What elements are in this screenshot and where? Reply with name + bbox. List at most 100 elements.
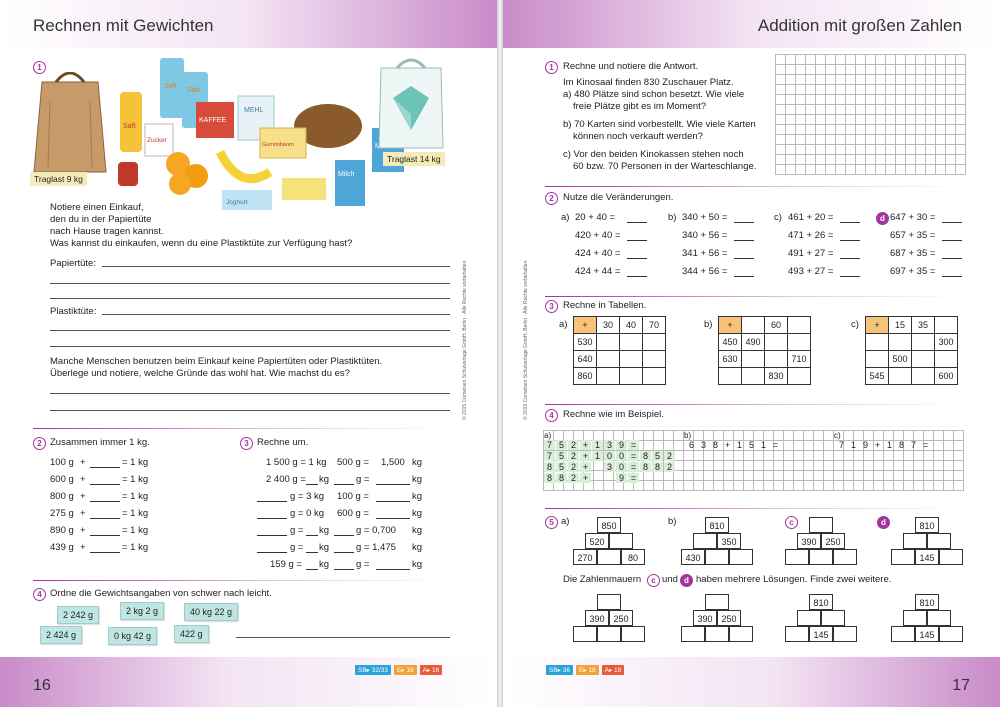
pyramid-brick[interactable] xyxy=(705,549,729,565)
pyramid-brick[interactable] xyxy=(729,626,753,642)
answer-blank[interactable] xyxy=(90,518,120,519)
weight-card[interactable]: 40 kg 22 g xyxy=(184,603,239,621)
table-cell[interactable] xyxy=(787,367,811,385)
writing-line[interactable] xyxy=(102,314,450,315)
writing-line[interactable] xyxy=(50,283,450,284)
table-cell[interactable] xyxy=(741,350,765,368)
answer-blank[interactable] xyxy=(734,276,754,277)
answer-blank[interactable] xyxy=(942,258,962,259)
pyramid-brick[interactable] xyxy=(785,549,809,565)
answer-blank[interactable] xyxy=(90,484,120,485)
answer-blank[interactable] xyxy=(840,258,860,259)
answer-blank[interactable] xyxy=(334,552,354,553)
answer-blank[interactable] xyxy=(376,518,410,519)
answer-blank[interactable] xyxy=(334,569,354,570)
answer-blank[interactable] xyxy=(627,258,647,259)
answer-blank[interactable] xyxy=(334,484,354,485)
writing-line[interactable] xyxy=(50,346,450,347)
weight-card[interactable]: 422 g xyxy=(174,625,209,643)
answer-blank[interactable] xyxy=(376,501,410,502)
pyramid-brick[interactable] xyxy=(821,610,845,626)
weight-card[interactable]: 2 242 g xyxy=(57,606,100,624)
answer-blank[interactable] xyxy=(734,240,754,241)
pyramid-brick[interactable] xyxy=(927,610,951,626)
pyramid-brick[interactable] xyxy=(797,610,821,626)
weight-card[interactable]: 2 kg 2 g xyxy=(120,602,165,620)
pyramid-brick[interactable] xyxy=(597,626,621,642)
pyramid-brick[interactable] xyxy=(891,626,915,642)
answer-grid[interactable] xyxy=(775,54,966,175)
pyramid-brick[interactable] xyxy=(693,533,717,549)
answer-blank[interactable] xyxy=(90,501,120,502)
table-cell[interactable] xyxy=(911,333,935,351)
table-cell[interactable] xyxy=(596,333,620,351)
table-cell[interactable] xyxy=(888,367,912,385)
weight-card[interactable]: 2 424 g xyxy=(40,626,83,644)
pyramid-brick[interactable] xyxy=(705,594,729,610)
pyramid-brick[interactable] xyxy=(927,533,951,549)
answer-blank[interactable] xyxy=(840,240,860,241)
table-cell[interactable] xyxy=(642,367,666,385)
table-cell[interactable] xyxy=(764,350,788,368)
writing-line[interactable] xyxy=(102,266,450,267)
pyramid-brick[interactable] xyxy=(833,549,857,565)
answer-blank[interactable] xyxy=(306,552,318,553)
answer-blank[interactable] xyxy=(942,222,962,223)
pyramid-brick[interactable] xyxy=(729,549,753,565)
table-cell[interactable] xyxy=(787,316,811,334)
table-cell[interactable] xyxy=(619,350,643,368)
writing-line[interactable] xyxy=(50,298,450,299)
writing-line[interactable] xyxy=(50,393,450,394)
answer-blank[interactable] xyxy=(257,535,287,536)
answer-blank[interactable] xyxy=(334,535,354,536)
pyramid-brick[interactable] xyxy=(939,626,963,642)
answer-blank[interactable] xyxy=(257,518,287,519)
pyramid-brick[interactable] xyxy=(809,549,833,565)
pyramid-brick[interactable] xyxy=(809,517,833,533)
table-cell[interactable] xyxy=(741,316,765,334)
answer-blank[interactable] xyxy=(306,535,318,536)
answer-blank[interactable] xyxy=(90,535,120,536)
answer-blank[interactable] xyxy=(627,240,647,241)
table-cell[interactable] xyxy=(865,350,889,368)
table-cell[interactable] xyxy=(888,333,912,351)
answer-blank[interactable] xyxy=(376,484,410,485)
table-cell[interactable] xyxy=(596,367,620,385)
table-cell[interactable] xyxy=(911,367,935,385)
table-cell[interactable] xyxy=(718,367,742,385)
weight-card[interactable]: 0 kg 42 g xyxy=(108,627,158,645)
table-cell[interactable] xyxy=(865,333,889,351)
table-cell[interactable] xyxy=(619,367,643,385)
answer-blank[interactable] xyxy=(90,467,120,468)
answer-blank[interactable] xyxy=(376,569,410,570)
pyramid-brick[interactable] xyxy=(573,626,597,642)
answer-blank[interactable] xyxy=(627,222,647,223)
answer-blank[interactable] xyxy=(306,484,318,485)
answer-blank[interactable] xyxy=(90,552,120,553)
pyramid-brick[interactable] xyxy=(903,610,927,626)
pyramid-brick[interactable] xyxy=(597,549,621,565)
table-cell[interactable] xyxy=(619,333,643,351)
table-cell[interactable] xyxy=(764,333,788,351)
table-cell[interactable] xyxy=(787,333,811,351)
pyramid-brick[interactable] xyxy=(681,626,705,642)
answer-blank[interactable] xyxy=(306,569,318,570)
pyramid-brick[interactable] xyxy=(621,626,645,642)
table-cell[interactable] xyxy=(934,316,958,334)
table-cell[interactable] xyxy=(911,350,935,368)
pyramid-brick[interactable] xyxy=(785,626,809,642)
pyramid-brick[interactable] xyxy=(903,533,927,549)
pyramid-brick[interactable] xyxy=(609,533,633,549)
answer-blank[interactable] xyxy=(257,501,287,502)
table-cell[interactable] xyxy=(934,350,958,368)
table-cell[interactable] xyxy=(642,350,666,368)
pyramid-brick[interactable] xyxy=(833,626,857,642)
table-cell[interactable] xyxy=(596,350,620,368)
answer-line[interactable] xyxy=(236,637,450,638)
pyramid-brick[interactable] xyxy=(891,549,915,565)
pyramid-brick[interactable] xyxy=(705,626,729,642)
answer-blank[interactable] xyxy=(840,222,860,223)
answer-blank[interactable] xyxy=(627,276,647,277)
table-cell[interactable] xyxy=(741,367,765,385)
writing-line[interactable] xyxy=(50,330,450,331)
